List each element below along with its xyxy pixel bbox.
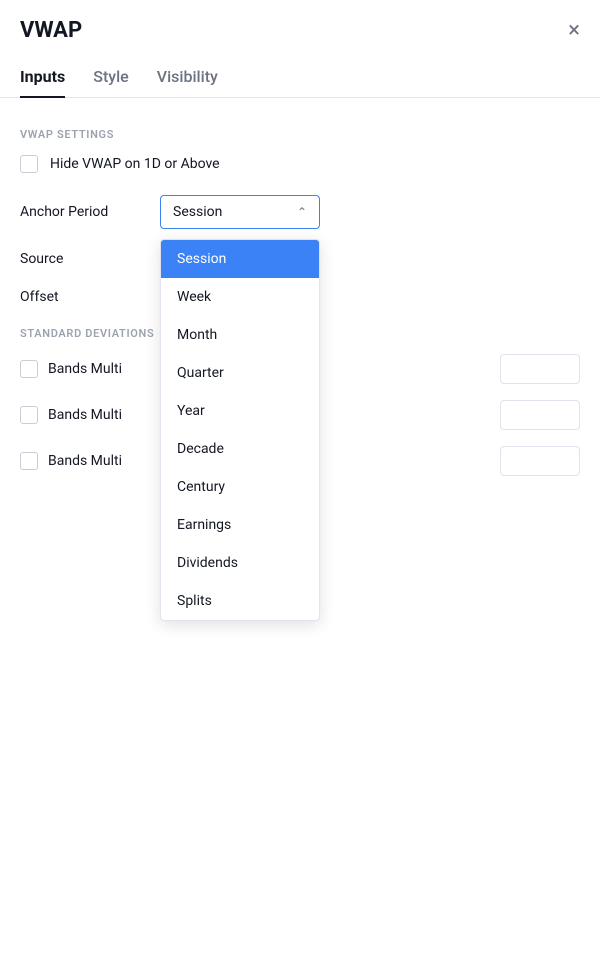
dropdown-selected-value: Session	[173, 204, 222, 220]
tab-inputs[interactable]: Inputs	[20, 57, 65, 98]
bands-label-1: Bands Multi	[48, 361, 148, 377]
tab-bar: Inputs Style Visibility	[0, 57, 600, 98]
dropdown-item-month[interactable]: Month	[161, 316, 319, 354]
hide-vwap-checkbox[interactable]	[20, 155, 38, 173]
tab-visibility[interactable]: Visibility	[157, 57, 218, 98]
anchor-period-label: Anchor Period	[20, 204, 160, 220]
offset-label: Offset	[20, 289, 160, 305]
tab-style[interactable]: Style	[93, 57, 129, 98]
hide-vwap-label: Hide VWAP on 1D or Above	[50, 156, 220, 172]
bands-checkbox-1[interactable]	[20, 360, 38, 378]
dropdown-menu: Session Week Month Quarter Year Decade C…	[160, 239, 320, 621]
dropdown-item-earnings[interactable]: Earnings	[161, 506, 319, 544]
bands-label-3: Bands Multi	[48, 453, 148, 469]
bands-label-2: Bands Multi	[48, 407, 148, 423]
chevron-up-icon: ⌃	[297, 205, 307, 219]
dropdown-item-year[interactable]: Year	[161, 392, 319, 430]
dropdown-item-century[interactable]: Century	[161, 468, 319, 506]
bands-input-1[interactable]	[500, 354, 580, 384]
dropdown-item-dividends[interactable]: Dividends	[161, 544, 319, 582]
bands-checkbox-2[interactable]	[20, 406, 38, 424]
dropdown-item-splits[interactable]: Splits	[161, 582, 319, 620]
hide-vwap-row: Hide VWAP on 1D or Above	[20, 155, 580, 173]
dropdown-item-week[interactable]: Week	[161, 278, 319, 316]
bands-input-2[interactable]	[500, 400, 580, 430]
bands-checkbox-3[interactable]	[20, 452, 38, 470]
dropdown-item-session[interactable]: Session	[161, 240, 319, 278]
page-title: VWAP	[20, 18, 82, 43]
dropdown-item-decade[interactable]: Decade	[161, 430, 319, 468]
dropdown-item-quarter[interactable]: Quarter	[161, 354, 319, 392]
close-button[interactable]: ×	[568, 20, 580, 42]
bands-input-3[interactable]	[500, 446, 580, 476]
source-label: Source	[20, 251, 160, 267]
vwap-settings-label: VWAP SETTINGS	[20, 128, 580, 141]
anchor-period-row: Anchor Period Session ⌃ Session Week Mon…	[20, 195, 580, 229]
anchor-period-dropdown[interactable]: Session ⌃	[160, 195, 320, 229]
